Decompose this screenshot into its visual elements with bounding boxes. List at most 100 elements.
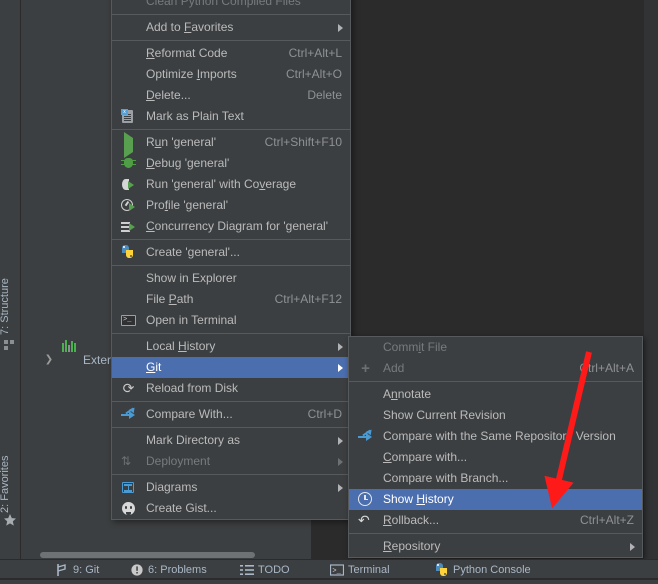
- menu-item-label: Git: [146, 360, 162, 374]
- submenu-arrow-icon: [338, 437, 343, 445]
- menu-item[interactable]: >_ Open in Terminal: [112, 310, 350, 331]
- menu-item-shortcut: Ctrl+Shift+F10: [264, 135, 342, 149]
- menu-item-shortcut: Ctrl+Alt+O: [285, 67, 342, 81]
- history-clock-icon: [358, 492, 373, 507]
- menu-item[interactable]: Compare with Branch...: [349, 468, 642, 489]
- menu-separator: [112, 474, 350, 475]
- chevron-right-icon[interactable]: ❯: [43, 354, 55, 366]
- status-bar-item-label: 9: Git: [73, 564, 100, 576]
- branch-icon: [55, 563, 69, 577]
- menu-item-label: Profile 'general': [146, 198, 228, 212]
- menu-item[interactable]: Optimize Imports Ctrl+Alt+O: [112, 64, 350, 85]
- menu-item[interactable]: ⟳ Reload from Disk: [112, 378, 350, 399]
- run-icon: [121, 132, 136, 158]
- status-bar-item-label: 6: Problems: [148, 564, 207, 576]
- menu-item[interactable]: Show Current Revision: [349, 405, 642, 426]
- menu-item[interactable]: Reformat Code Ctrl+Alt+L: [112, 43, 350, 64]
- menu-item: ⇅ Deployment: [112, 451, 350, 472]
- menu-separator: [112, 333, 350, 334]
- editor-scrollbar-gutter[interactable]: [644, 0, 658, 560]
- menu-item-label: Concurrency Diagram for 'general': [146, 219, 328, 233]
- menu-separator: [112, 129, 350, 130]
- menu-separator: [112, 40, 350, 41]
- menu-item[interactable]: Profile 'general': [112, 195, 350, 216]
- menu-item[interactable]: Add to Favorites: [112, 17, 350, 38]
- menu-separator: [112, 239, 350, 240]
- menu-item-shortcut: Delete: [307, 88, 342, 102]
- menu-item-label: Compare with the Same Repository Version: [383, 429, 616, 443]
- menu-item-label: Reformat Code: [146, 46, 228, 60]
- menu-item[interactable]: Compare with the Same Repository Version: [349, 426, 642, 447]
- submenu-arrow-icon: [630, 543, 635, 551]
- menu-separator: [112, 401, 350, 402]
- submenu-arrow-icon: [338, 24, 343, 32]
- menu-item-label: Add to Favorites: [146, 20, 234, 34]
- problems-icon: [130, 563, 144, 577]
- diagram-icon: [121, 480, 136, 495]
- plain-text-icon: x: [121, 109, 136, 124]
- menu-item-shortcut: Ctrl+D: [307, 407, 342, 421]
- menu-item-label: Delete...: [146, 88, 191, 102]
- menu-item-label: Repository: [383, 539, 441, 553]
- menu-item-label: Mark as Plain Text: [146, 109, 244, 123]
- menu-item-label: Create Gist...: [146, 501, 217, 515]
- menu-item[interactable]: Create 'general'...: [112, 242, 350, 263]
- menu-item-label: Clean Python Compiled Files: [146, 0, 301, 8]
- menu-item-label: Run 'general' with Coverage: [146, 177, 297, 191]
- menu-item[interactable]: Compare With... Ctrl+D: [112, 404, 350, 425]
- menu-item[interactable]: ↶ Rollback... Ctrl+Alt+Z: [349, 510, 642, 531]
- status-bar-item-label: Python Console: [453, 564, 531, 576]
- menu-item[interactable]: Run 'general' Ctrl+Shift+F10: [112, 132, 350, 158]
- menu-separator: [112, 427, 350, 428]
- menu-item[interactable]: x Mark as Plain Text: [112, 106, 350, 127]
- menu-item: Clean Python Compiled Files: [112, 0, 350, 12]
- sidebar-item-favorites[interactable]: 2: Favorites: [0, 395, 19, 513]
- menu-item[interactable]: File Path Ctrl+Alt+F12: [112, 289, 350, 310]
- menu-item-label: Create 'general'...: [146, 245, 240, 259]
- coverage-icon: [121, 177, 136, 192]
- menu-item-label: Compare with Branch...: [383, 471, 509, 485]
- compare-icon: [358, 427, 374, 444]
- menu-item[interactable]: Run 'general' with Coverage: [112, 174, 350, 195]
- submenu-arrow-icon: [338, 458, 343, 466]
- menu-item-label: Compare with...: [383, 450, 468, 464]
- menu-item-label: Annotate: [383, 387, 432, 401]
- menu-item[interactable]: Create Gist...: [112, 498, 350, 519]
- menu-item-label: Run 'general': [146, 135, 216, 149]
- menu-item[interactable]: Annotate: [349, 384, 642, 405]
- ide-window: 7: Structure 2: Favorites Cbest_YMLcondd…: [0, 0, 658, 580]
- menu-item-label: Deployment: [146, 454, 211, 468]
- context-menu[interactable]: Clean Python Compiled Files Add to Favori…: [111, 0, 351, 520]
- menu-item[interactable]: Show in Explorer: [112, 268, 350, 289]
- menu-item[interactable]: Debug 'general': [112, 153, 350, 174]
- menu-separator: [112, 14, 350, 15]
- sidebar-item-structure[interactable]: 7: Structure: [0, 215, 19, 335]
- menu-item-label: Show History: [383, 492, 454, 506]
- tree-horizontal-scrollbar[interactable]: [40, 552, 255, 558]
- concurrency-icon: [121, 219, 136, 234]
- left-tool-rail: 7: Structure 2: Favorites: [0, 0, 21, 560]
- menu-item-label: Show in Explorer: [146, 271, 237, 285]
- menu-separator: [349, 533, 642, 534]
- menu-item: + Add Ctrl+Alt+A: [349, 358, 642, 379]
- menu-item[interactable]: Local History: [112, 336, 350, 357]
- menu-item-shortcut: Ctrl+Alt+Z: [579, 513, 634, 527]
- menu-item[interactable]: Git: [112, 357, 350, 378]
- star-icon: [3, 513, 17, 527]
- menu-item-label: Debug 'general': [146, 156, 230, 170]
- status-bar-item-label: Terminal: [348, 564, 390, 576]
- menu-item-label: Open in Terminal: [146, 313, 237, 327]
- git-submenu[interactable]: Commit File + Add Ctrl+Alt+A Annotate Show Cu…: [348, 336, 643, 558]
- menu-item[interactable]: Diagrams: [112, 477, 350, 498]
- status-bar[interactable]: 9: Git 6: Problems TODO >_ Terminal Python Co…: [0, 559, 658, 580]
- menu-item[interactable]: Show History: [349, 489, 642, 510]
- menu-item[interactable]: Mark Directory as: [112, 430, 350, 451]
- menu-item[interactable]: Compare with...: [349, 447, 642, 468]
- menu-item-shortcut: Ctrl+Alt+L: [288, 46, 342, 60]
- menu-item[interactable]: Repository: [349, 536, 642, 557]
- menu-item[interactable]: Concurrency Diagram for 'general': [112, 216, 350, 237]
- menu-item[interactable]: Delete... Delete: [112, 85, 350, 106]
- submenu-arrow-icon: [338, 484, 343, 492]
- menu-item: Commit File: [349, 337, 642, 358]
- rollback-icon: ↶: [358, 512, 370, 528]
